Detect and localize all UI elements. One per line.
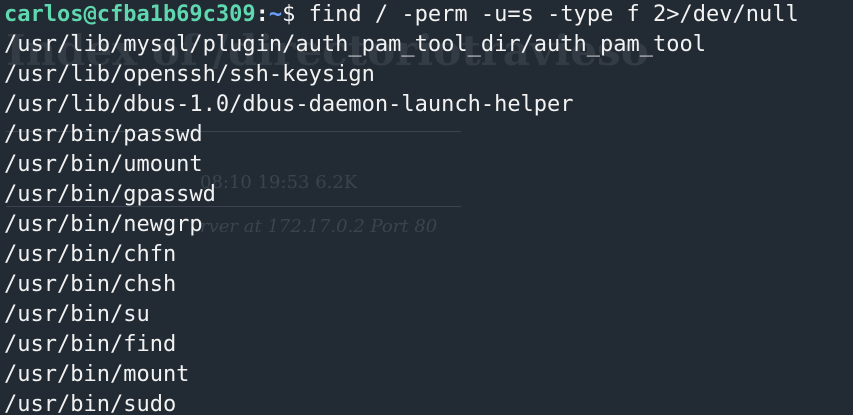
output-line: /usr/bin/su (4, 302, 150, 327)
output-line: /usr/bin/find (4, 332, 177, 357)
output-line: /usr/bin/sudo (4, 392, 177, 415)
output-line: /usr/bin/gpasswd (4, 182, 216, 207)
output-line: /usr/bin/mount (4, 362, 190, 387)
output-line: /usr/bin/chfn (4, 242, 177, 267)
terminal-window[interactable]: Index of /directoriotravieso 08:10 19:53… (0, 0, 853, 415)
prompt-separator: : (255, 2, 269, 27)
output-line: /usr/bin/passwd (4, 122, 203, 147)
prompt-path: ~ (268, 2, 283, 27)
output-line: /usr/bin/chsh (4, 272, 177, 297)
prompt-user-host: carlos@cfba1b69c309 (4, 2, 256, 27)
command-text: find / -perm -u=s -type f 2>/dev/null (308, 2, 799, 27)
command-line[interactable]: carlos@cfba1b69c309:~$ find / -perm -u=s… (4, 0, 799, 30)
output-line: /usr/lib/mysql/plugin/auth_pam_tool_dir/… (4, 32, 706, 57)
terminal-output: carlos@cfba1b69c309:~$ find / -perm -u=s… (4, 0, 799, 415)
output-line: /usr/lib/dbus-1.0/dbus-daemon-launch-hel… (4, 92, 574, 117)
prompt-symbol: $ (282, 2, 309, 27)
output-line: /usr/lib/openssh/ssh-keysign (4, 62, 375, 87)
output-line: /usr/bin/umount (4, 152, 203, 177)
output-line: /usr/bin/newgrp (4, 212, 203, 237)
